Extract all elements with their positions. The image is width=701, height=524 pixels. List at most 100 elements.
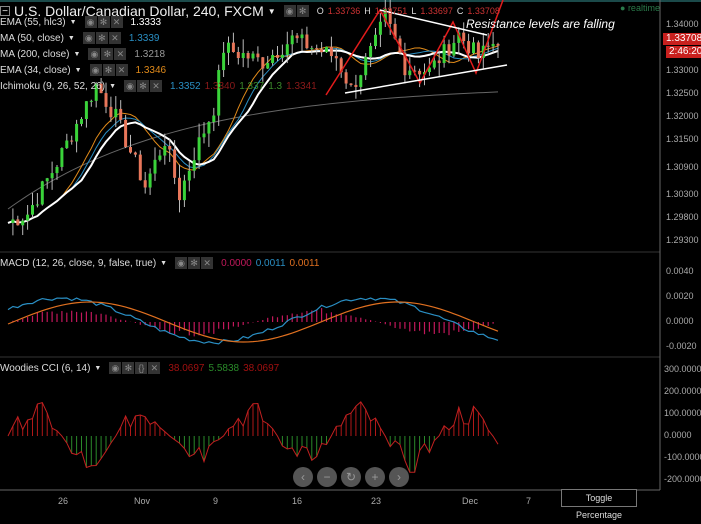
candle-body — [217, 70, 221, 116]
braces-icon[interactable]: {} — [135, 362, 148, 374]
candle-body — [60, 148, 64, 167]
reset-button[interactable]: ↻ — [341, 467, 361, 487]
cci-legend: Woodies CCI (6, 14) ▼ ◉ ✻{} ✕ 38.0697 5.5838 38… — [0, 362, 279, 374]
indicator-name[interactable]: EMA (34, close) — [0, 65, 71, 76]
candle-body — [325, 46, 328, 53]
eye-icon[interactable]: ◉ — [175, 257, 188, 269]
candle-body — [310, 48, 314, 50]
candle-body — [163, 146, 167, 156]
candle-body — [143, 180, 147, 188]
indicator-name[interactable]: Woodies CCI (6, 14) — [0, 363, 90, 374]
close-icon[interactable]: ✕ — [115, 64, 128, 76]
eye-icon[interactable]: ◉ — [88, 48, 101, 60]
zoom-in-button[interactable]: + — [365, 467, 385, 487]
eye-icon[interactable]: ◉ — [84, 16, 97, 28]
eye-icon[interactable]: ◉ — [124, 80, 136, 92]
cci-tick: 300.0000 — [664, 364, 701, 374]
eye-icon[interactable]: ◉ — [82, 32, 95, 44]
candle-body — [148, 173, 152, 188]
time-tick: 9 — [213, 496, 219, 506]
candle-body — [168, 146, 172, 150]
candle-body — [491, 43, 495, 47]
gear-icon[interactable]: ✻ — [137, 80, 149, 92]
time-tick: Nov — [134, 496, 151, 506]
candle-body — [197, 137, 201, 161]
eye-icon[interactable]: ◉ — [89, 64, 102, 76]
candle-body — [256, 53, 260, 58]
candle-body — [241, 53, 245, 59]
scroll-right-button[interactable]: › — [389, 467, 409, 487]
close-icon[interactable]: ✕ — [201, 257, 214, 269]
candle-body — [359, 75, 363, 87]
candle-body — [65, 140, 69, 149]
chevron-down-icon[interactable]: ▼ — [160, 260, 167, 267]
candle-body — [222, 52, 226, 71]
candle-body — [364, 56, 368, 76]
candle-body — [295, 35, 299, 39]
candle-body — [21, 220, 25, 226]
candle-body — [472, 42, 475, 54]
time-tick: Dec — [462, 496, 479, 506]
chevron-down-icon[interactable]: ▼ — [68, 35, 75, 42]
candle-body — [246, 53, 250, 59]
gear-icon[interactable]: ✻ — [296, 5, 309, 17]
last-price-tag: 1.33708 — [663, 33, 701, 45]
collapse-icon[interactable]: − — [0, 6, 10, 17]
candle-body — [45, 178, 49, 182]
gear-icon[interactable]: ✻ — [188, 257, 201, 269]
toggle-percentage-button[interactable]: Toggle Percentage — [561, 489, 637, 520]
indicator-name[interactable]: MA (50, close) — [0, 33, 64, 44]
chevron-down-icon[interactable]: ▼ — [268, 7, 276, 16]
candle-body — [202, 133, 206, 138]
indicator-name[interactable]: EMA (55, hlc3) — [0, 17, 66, 28]
eye-icon[interactable]: ◉ — [283, 5, 296, 17]
close-icon[interactable]: ✕ — [114, 48, 127, 60]
candle-body — [104, 93, 108, 107]
chevron-down-icon[interactable]: ▼ — [75, 67, 82, 74]
candle-body — [114, 108, 118, 118]
close-icon[interactable]: ✕ — [110, 16, 123, 28]
chevron-down-icon[interactable]: ▼ — [109, 83, 116, 90]
cci-tick: -100.0000 — [664, 452, 701, 462]
close-icon[interactable]: ✕ — [148, 362, 161, 374]
gear-icon[interactable]: ✻ — [101, 48, 114, 60]
chevron-down-icon[interactable]: ▼ — [94, 365, 101, 372]
time-tick: 7 — [526, 496, 532, 506]
indicator-value: 38.0697 — [168, 362, 205, 374]
candle-body — [408, 70, 412, 76]
indicator-value: 1.3 — [268, 80, 283, 92]
indicator-name[interactable]: MA (200, close) — [0, 49, 69, 60]
indicator-value: 1.3341 — [286, 80, 317, 92]
indicator-value: 0.0011 — [255, 257, 286, 269]
candle-body — [354, 84, 358, 87]
candle-body — [187, 170, 191, 181]
candle-body — [119, 108, 123, 120]
indicator-legend: MA (50, close) ▼ ◉ ✻ ✕ 1.3339 — [0, 32, 159, 44]
chevron-down-icon[interactable]: ▼ — [70, 19, 77, 26]
indicator-name[interactable]: Ichimoku (9, 26, 52, 26) — [0, 81, 105, 92]
gear-icon[interactable]: ✻ — [95, 32, 108, 44]
candle-body — [369, 46, 373, 57]
open-value: 1.33736 — [327, 6, 361, 16]
chevron-down-icon[interactable]: ▼ — [73, 51, 80, 58]
candle-body — [476, 42, 480, 59]
gear-icon[interactable]: ✻ — [122, 362, 135, 374]
indicator-name[interactable]: MACD (12, 26, close, 9, false, true) — [0, 258, 156, 269]
indicator-value: 1.3333 — [130, 16, 162, 28]
gear-icon[interactable]: ✻ — [97, 16, 110, 28]
candle-body — [158, 155, 162, 160]
realtime-status: ● realtime — [620, 3, 660, 13]
candle-body — [462, 32, 466, 42]
chart-canvas[interactable] — [0, 0, 701, 507]
scroll-left-button[interactable]: ‹ — [293, 467, 313, 487]
candle-body — [75, 123, 79, 142]
eye-icon[interactable]: ◉ — [109, 362, 122, 374]
candle-body — [35, 204, 39, 206]
close-icon[interactable]: ✕ — [108, 32, 121, 44]
candle-body — [11, 219, 15, 223]
gear-icon[interactable]: ✻ — [102, 64, 115, 76]
candle-body — [378, 21, 382, 35]
zoom-out-button[interactable]: − — [317, 467, 337, 487]
annotation-text[interactable]: Resistance levels are falling — [466, 17, 615, 31]
close-icon[interactable]: ✕ — [150, 80, 162, 92]
